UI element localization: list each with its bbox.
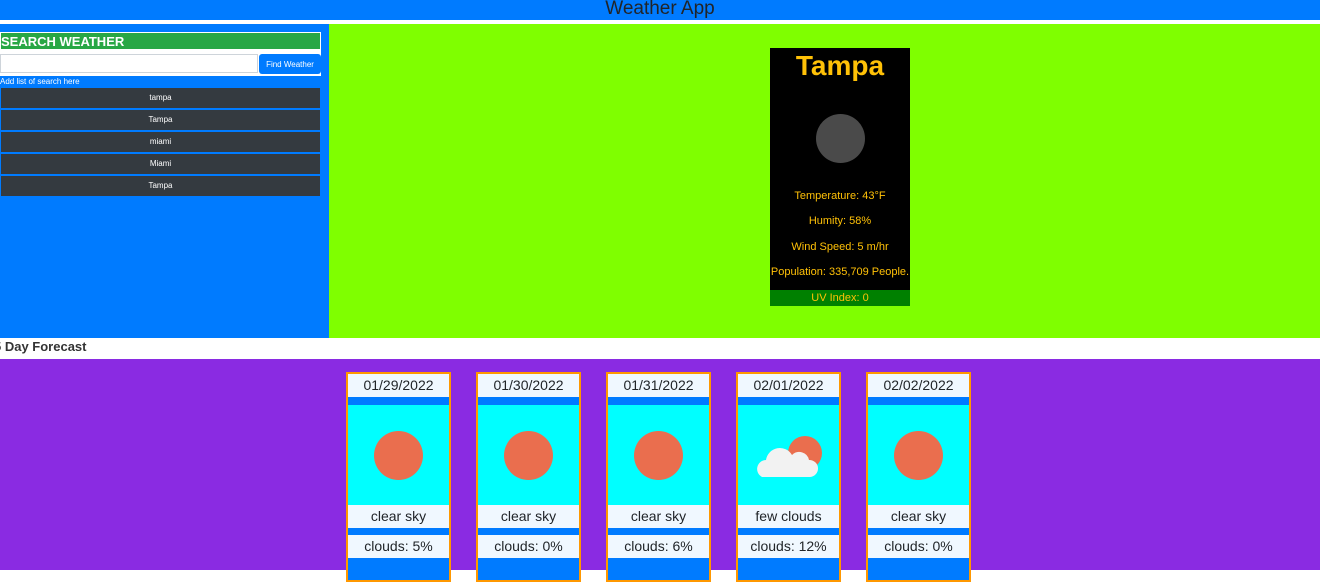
population-text: Population: 335,709 People. — [770, 266, 910, 278]
forecast-icon-box — [348, 405, 449, 506]
history-item[interactable]: miami — [0, 131, 321, 153]
sun-icon — [634, 431, 683, 480]
history-item[interactable]: tampa — [0, 87, 321, 109]
forecast-icon-box — [608, 405, 709, 506]
forecast-card: 01/31/2022 clear sky clouds: 6% — [606, 372, 711, 582]
forecast-clouds: clouds: 12% — [738, 535, 839, 558]
forecast-card: 02/02/2022 clear sky clouds: 0% — [866, 372, 971, 582]
moon-icon — [816, 114, 865, 163]
forecast-heading: 5 Day Forecast — [0, 339, 87, 354]
search-title: SEARCH WEATHER — [0, 32, 321, 50]
forecast-strip: 01/29/2022 clear sky clouds: 5% 01/30/20… — [0, 359, 1320, 582]
search-history-list: tampa Tampa miami Miami Tampa — [0, 87, 321, 197]
forecast-card: 02/01/2022 few clouds clouds: 12% — [736, 372, 841, 582]
humidity-text: Humity: 58% — [808, 215, 872, 227]
forecast-date: 01/31/2022 — [608, 374, 709, 397]
sun-icon — [374, 431, 423, 480]
find-weather-button[interactable]: Find Weather — [259, 54, 321, 74]
forecast-date: 01/29/2022 — [348, 374, 449, 397]
forecast-clouds: clouds: 5% — [348, 535, 449, 558]
forecast-card: 01/30/2022 clear sky clouds: 0% — [476, 372, 581, 582]
current-weather-panel: Tampa Temperature: 43°F Humity: 58% Wind… — [329, 24, 1320, 338]
search-panel: SEARCH WEATHER Find Weather Add list of … — [0, 32, 321, 197]
current-weather-card: Tampa Temperature: 43°F Humity: 58% Wind… — [770, 48, 910, 306]
history-item[interactable]: Tampa — [0, 175, 321, 197]
history-item[interactable]: Miami — [0, 153, 321, 175]
sun-icon — [894, 431, 943, 480]
forecast-icon-box — [478, 405, 579, 506]
forecast-date: 02/02/2022 — [868, 374, 969, 397]
forecast-description: clear sky — [608, 505, 709, 528]
forecast-icon-box — [868, 405, 969, 506]
forecast-clouds: clouds: 0% — [478, 535, 579, 558]
search-hint: Add list of search here — [0, 76, 321, 87]
wind-speed-text: Wind Speed: 5 m/hr — [791, 241, 889, 253]
forecast-description: clear sky — [868, 505, 969, 528]
temperature-text: Temperature: 43°F — [794, 190, 886, 202]
forecast-clouds: clouds: 0% — [868, 535, 969, 558]
forecast-description: clear sky — [478, 505, 579, 528]
uv-index-badge: UV Index: 0 — [770, 290, 910, 306]
forecast-card: 01/29/2022 clear sky clouds: 5% — [346, 372, 451, 582]
sidebar: SEARCH WEATHER Find Weather Add list of … — [0, 24, 329, 338]
forecast-date: 02/01/2022 — [738, 374, 839, 397]
forecast-clouds: clouds: 6% — [608, 535, 709, 558]
search-input[interactable] — [0, 54, 258, 73]
forecast-description: few clouds — [738, 505, 839, 528]
page-title: Weather App — [605, 0, 715, 19]
city-name: Tampa — [795, 50, 885, 81]
sun-icon — [504, 431, 553, 480]
forecast-description: clear sky — [348, 505, 449, 528]
history-item[interactable]: Tampa — [0, 109, 321, 131]
forecast-date: 01/30/2022 — [478, 374, 579, 397]
few-clouds-icon — [757, 436, 822, 477]
forecast-icon-box — [738, 405, 839, 506]
